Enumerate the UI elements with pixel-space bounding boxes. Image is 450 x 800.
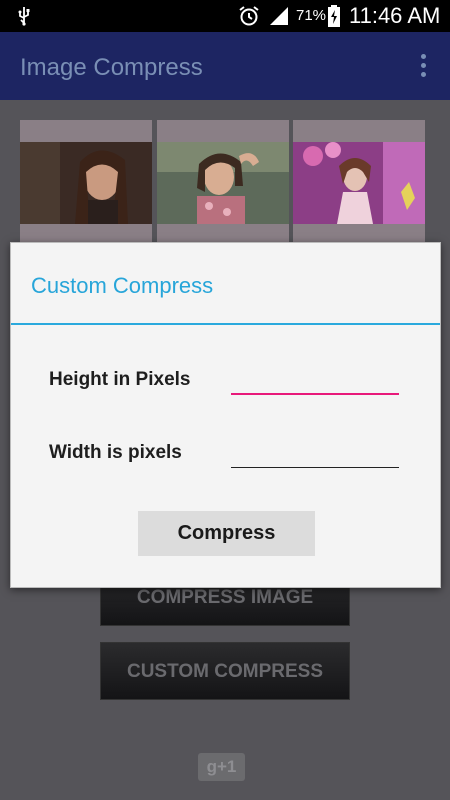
height-input[interactable] (231, 361, 399, 395)
width-label: Width is pixels (49, 442, 182, 463)
signal-icon (270, 7, 288, 25)
thumbnail-image[interactable] (293, 120, 425, 245)
photo-portrait (20, 142, 152, 224)
battery-percent: 71% (296, 7, 327, 24)
thumbnail-image[interactable] (157, 120, 289, 245)
status-bar: 71% 11:46 AM (0, 0, 450, 32)
photo-portrait (157, 142, 289, 224)
image-gallery (20, 120, 425, 245)
dialog-title-divider (11, 323, 440, 325)
usb-icon (18, 7, 30, 26)
clock: 11:46 AM (349, 3, 441, 28)
photo-portrait (293, 142, 425, 224)
compress-button[interactable]: Compress (138, 511, 315, 556)
alarm-icon (239, 6, 259, 26)
battery-charging-icon (328, 5, 340, 27)
google-plus-one-button[interactable]: g+1 (198, 753, 245, 781)
thumbnail-image[interactable] (20, 120, 152, 245)
action-bar: Image Compress (0, 32, 450, 100)
width-input[interactable] (231, 434, 399, 468)
overflow-menu-icon[interactable] (413, 54, 433, 82)
dialog-title: Custom Compress (31, 273, 214, 298)
height-label: Height in Pixels (49, 369, 191, 390)
app-title: Image Compress (20, 54, 203, 81)
custom-compress-dialog: Custom Compress Height in Pixels Width i… (10, 242, 441, 588)
custom-compress-button[interactable]: CUSTOM COMPRESS (100, 642, 350, 700)
